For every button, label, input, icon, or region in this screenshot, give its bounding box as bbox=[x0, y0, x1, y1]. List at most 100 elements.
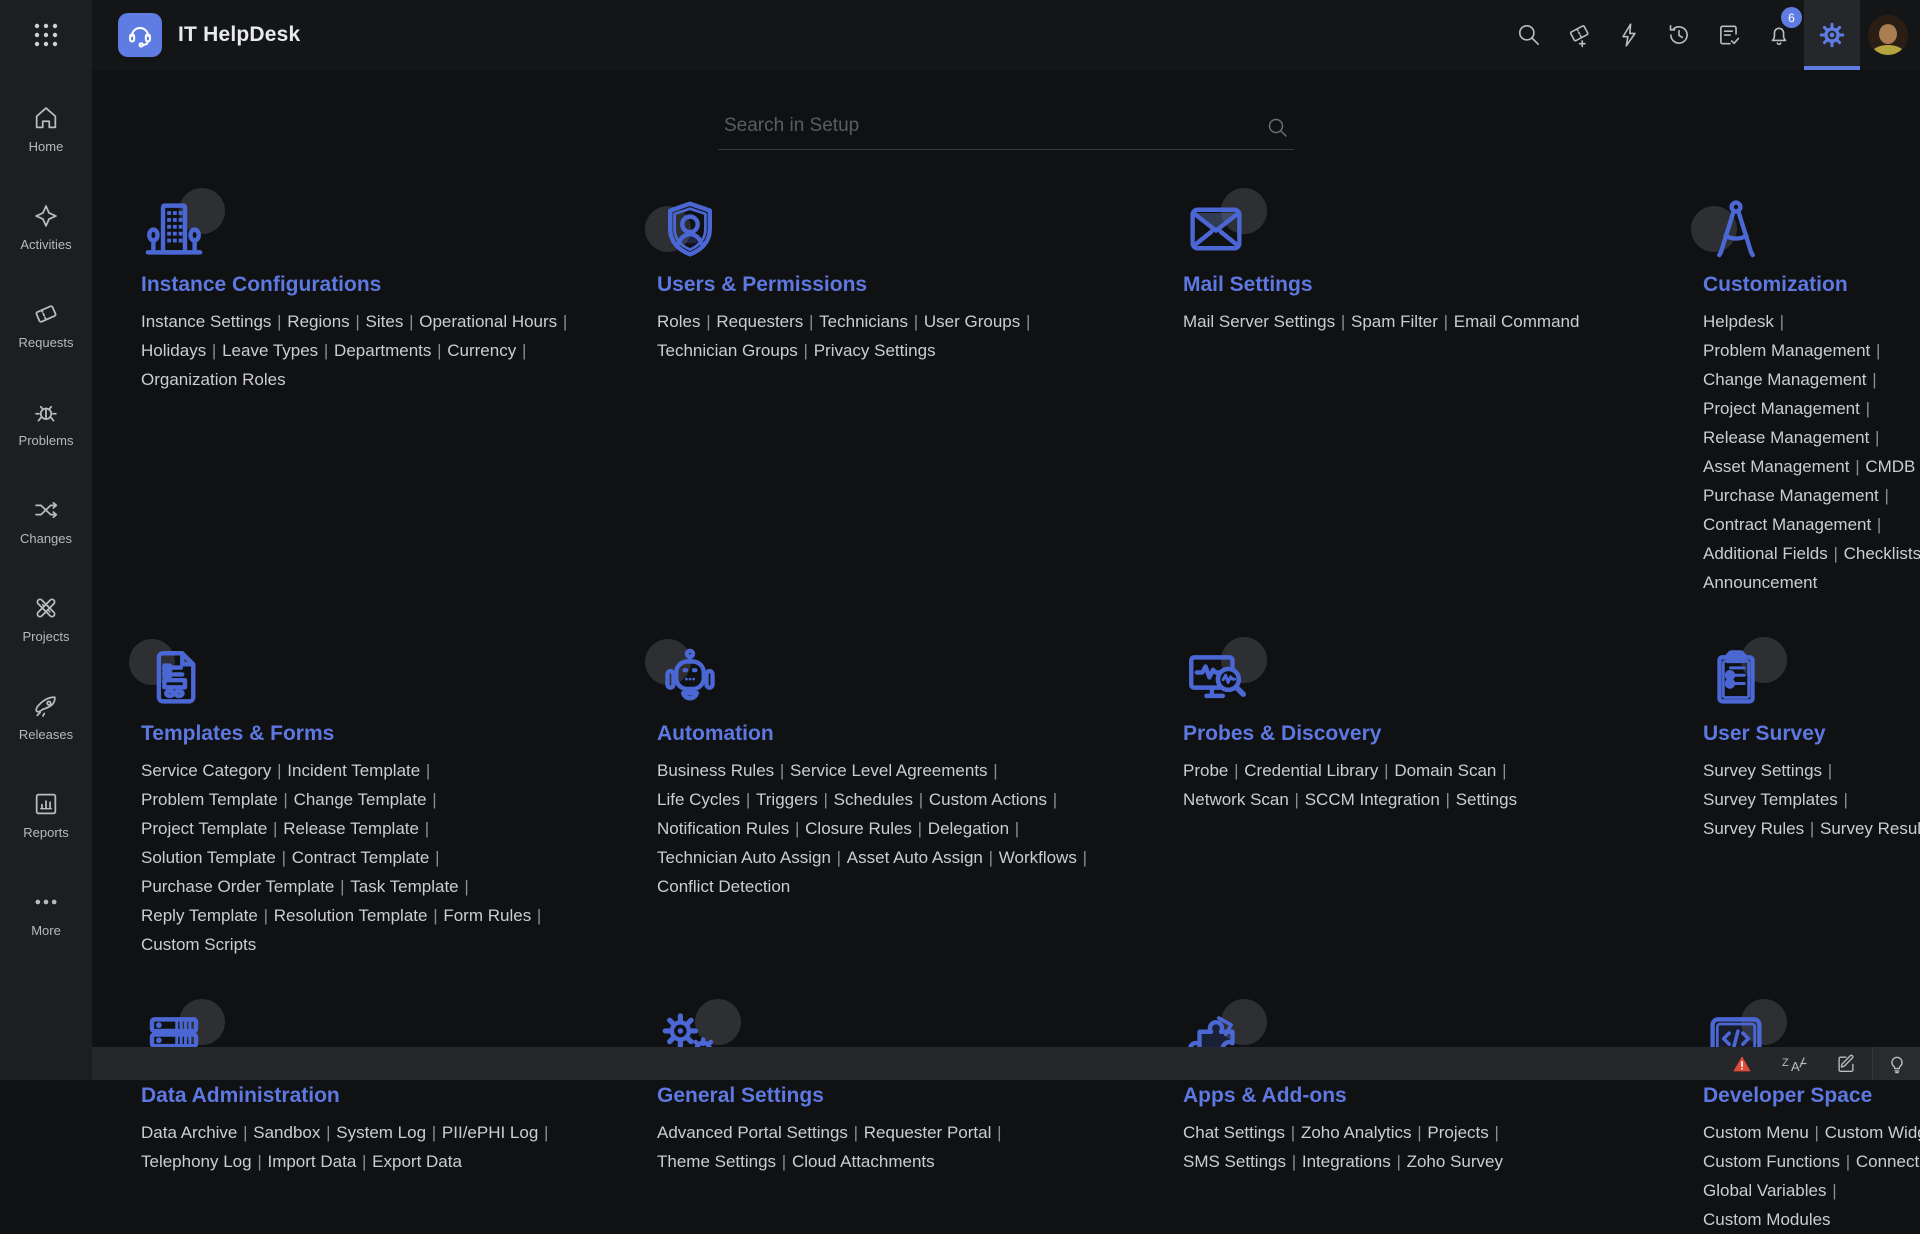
search-button[interactable] bbox=[1504, 0, 1554, 70]
section-title[interactable]: Apps & Add-ons bbox=[1183, 1083, 1347, 1109]
setup-link[interactable]: Currency bbox=[447, 341, 516, 360]
setup-link[interactable]: Checklists bbox=[1844, 544, 1920, 563]
setup-link[interactable]: Custom Functions bbox=[1703, 1152, 1840, 1171]
setup-link[interactable]: Business Rules bbox=[657, 761, 774, 780]
setup-link[interactable]: Advanced Portal Settings bbox=[657, 1123, 848, 1142]
section-title[interactable]: Data Administration bbox=[141, 1083, 340, 1109]
setup-link[interactable]: Life Cycles bbox=[657, 790, 740, 809]
setup-link[interactable]: Organization Roles bbox=[141, 370, 286, 389]
setup-link[interactable]: Conflict Detection bbox=[657, 877, 790, 896]
setup-link[interactable]: Global Variables bbox=[1703, 1181, 1826, 1200]
setup-link[interactable]: Form Rules bbox=[443, 906, 531, 925]
setup-link[interactable]: Email Command bbox=[1454, 312, 1580, 331]
setup-link[interactable]: Technicians bbox=[819, 312, 908, 331]
setup-link[interactable]: Projects bbox=[1427, 1123, 1488, 1142]
setup-link[interactable]: Mail Server Settings bbox=[1183, 312, 1335, 331]
sidebar-item-activities[interactable]: Activities bbox=[20, 202, 71, 252]
setup-link[interactable]: Theme Settings bbox=[657, 1152, 776, 1171]
setup-link[interactable]: Cloud Attachments bbox=[792, 1152, 935, 1171]
notifications-button[interactable]: 6 bbox=[1754, 0, 1804, 70]
setup-link[interactable]: Holidays bbox=[141, 341, 206, 360]
section-title[interactable]: Templates & Forms bbox=[141, 721, 334, 747]
setup-link[interactable]: Incident Template bbox=[287, 761, 420, 780]
setup-link[interactable]: Release Management bbox=[1703, 428, 1869, 447]
search-input[interactable] bbox=[718, 110, 1294, 150]
setup-link[interactable]: Change Template bbox=[294, 790, 427, 809]
feedback-button[interactable] bbox=[1820, 1047, 1872, 1080]
setup-link[interactable]: Import Data bbox=[267, 1152, 356, 1171]
setup-link[interactable]: Service Category bbox=[141, 761, 271, 780]
approvals-button[interactable] bbox=[1704, 0, 1754, 70]
setup-link[interactable]: Problem Template bbox=[141, 790, 278, 809]
setup-link[interactable]: Departments bbox=[334, 341, 431, 360]
setup-link[interactable]: Survey Rules bbox=[1703, 819, 1804, 838]
setup-link[interactable]: Telephony Log bbox=[141, 1152, 252, 1171]
setup-link[interactable]: Operational Hours bbox=[419, 312, 557, 331]
setup-link[interactable]: Task Template bbox=[350, 877, 458, 896]
sidebar-item-reports[interactable]: Reports bbox=[23, 790, 69, 840]
setup-link[interactable]: Settings bbox=[1456, 790, 1517, 809]
setup-link[interactable]: SMS Settings bbox=[1183, 1152, 1286, 1171]
sidebar-item-releases[interactable]: Releases bbox=[19, 692, 73, 742]
quick-actions-button[interactable] bbox=[1604, 0, 1654, 70]
setup-link[interactable]: Resolution Template bbox=[274, 906, 428, 925]
section-title[interactable]: Mail Settings bbox=[1183, 272, 1313, 298]
helpdesk-logo[interactable] bbox=[118, 13, 162, 57]
setup-link[interactable]: Purchase Order Template bbox=[141, 877, 334, 896]
setup-link[interactable]: CMDB bbox=[1865, 457, 1915, 476]
setup-link[interactable]: Technician Auto Assign bbox=[657, 848, 831, 867]
setup-link[interactable]: Asset Auto Assign bbox=[847, 848, 983, 867]
smart-assist-button[interactable] bbox=[1872, 1047, 1920, 1080]
setup-link[interactable]: Service Level Agreements bbox=[790, 761, 988, 780]
new-request-button[interactable] bbox=[1554, 0, 1604, 70]
setup-link[interactable]: Domain Scan bbox=[1394, 761, 1496, 780]
sidebar-item-requests[interactable]: Requests bbox=[19, 300, 74, 350]
setup-link[interactable]: Contract Management bbox=[1703, 515, 1871, 534]
translate-button[interactable]: Z A bbox=[1768, 1047, 1820, 1080]
setup-link[interactable]: Project Template bbox=[141, 819, 267, 838]
setup-link[interactable]: Sandbox bbox=[253, 1123, 320, 1142]
setup-link[interactable]: Leave Types bbox=[222, 341, 318, 360]
setup-link[interactable]: Zoho Survey bbox=[1407, 1152, 1503, 1171]
setup-link[interactable]: Sites bbox=[366, 312, 404, 331]
setup-link[interactable]: Delegation bbox=[928, 819, 1009, 838]
section-title[interactable]: Developer Space bbox=[1703, 1083, 1872, 1109]
setup-link[interactable]: Custom Modules bbox=[1703, 1210, 1831, 1229]
setup-link[interactable]: Credential Library bbox=[1244, 761, 1378, 780]
section-title[interactable]: Probes & Discovery bbox=[1183, 721, 1381, 747]
setup-link[interactable]: Export Data bbox=[372, 1152, 462, 1171]
setup-link[interactable]: Notification Rules bbox=[657, 819, 789, 838]
setup-link[interactable]: System Log bbox=[336, 1123, 426, 1142]
settings-button[interactable] bbox=[1804, 0, 1860, 70]
setup-link[interactable]: Solution Template bbox=[141, 848, 276, 867]
setup-link[interactable]: Custom Actions bbox=[929, 790, 1047, 809]
sidebar-item-changes[interactable]: Changes bbox=[20, 496, 72, 546]
setup-link[interactable]: Zoho Analytics bbox=[1301, 1123, 1412, 1142]
setup-link[interactable]: Network Scan bbox=[1183, 790, 1289, 809]
setup-link[interactable]: Triggers bbox=[756, 790, 818, 809]
sidebar-item-problems[interactable]: Problems bbox=[19, 398, 74, 448]
setup-link[interactable]: Additional Fields bbox=[1703, 544, 1828, 563]
setup-link[interactable]: Integrations bbox=[1302, 1152, 1391, 1171]
user-avatar[interactable] bbox=[1868, 15, 1908, 55]
setup-link[interactable]: Project Management bbox=[1703, 399, 1860, 418]
section-title[interactable]: Customization bbox=[1703, 272, 1848, 298]
setup-link[interactable]: User Groups bbox=[924, 312, 1020, 331]
sidebar-item-more[interactable]: More bbox=[31, 888, 61, 938]
setup-link[interactable]: Problem Management bbox=[1703, 341, 1870, 360]
app-launcher-button[interactable] bbox=[0, 0, 92, 70]
section-title[interactable]: Users & Permissions bbox=[657, 272, 867, 298]
setup-link[interactable]: Chat Settings bbox=[1183, 1123, 1285, 1142]
setup-link[interactable]: Custom Scripts bbox=[141, 935, 256, 954]
setup-link[interactable]: Contract Template bbox=[292, 848, 430, 867]
setup-link[interactable]: Probe bbox=[1183, 761, 1228, 780]
setup-link[interactable]: Regions bbox=[287, 312, 349, 331]
setup-link[interactable]: Technician Groups bbox=[657, 341, 798, 360]
setup-link[interactable]: Closure Rules bbox=[805, 819, 912, 838]
sidebar-item-projects[interactable]: Projects bbox=[23, 594, 70, 644]
setup-link[interactable]: Privacy Settings bbox=[814, 341, 936, 360]
setup-link[interactable]: Custom Widgets bbox=[1825, 1123, 1920, 1142]
section-title[interactable]: Automation bbox=[657, 721, 774, 747]
setup-link[interactable]: Data Archive bbox=[141, 1123, 237, 1142]
setup-link[interactable]: SCCM Integration bbox=[1305, 790, 1440, 809]
